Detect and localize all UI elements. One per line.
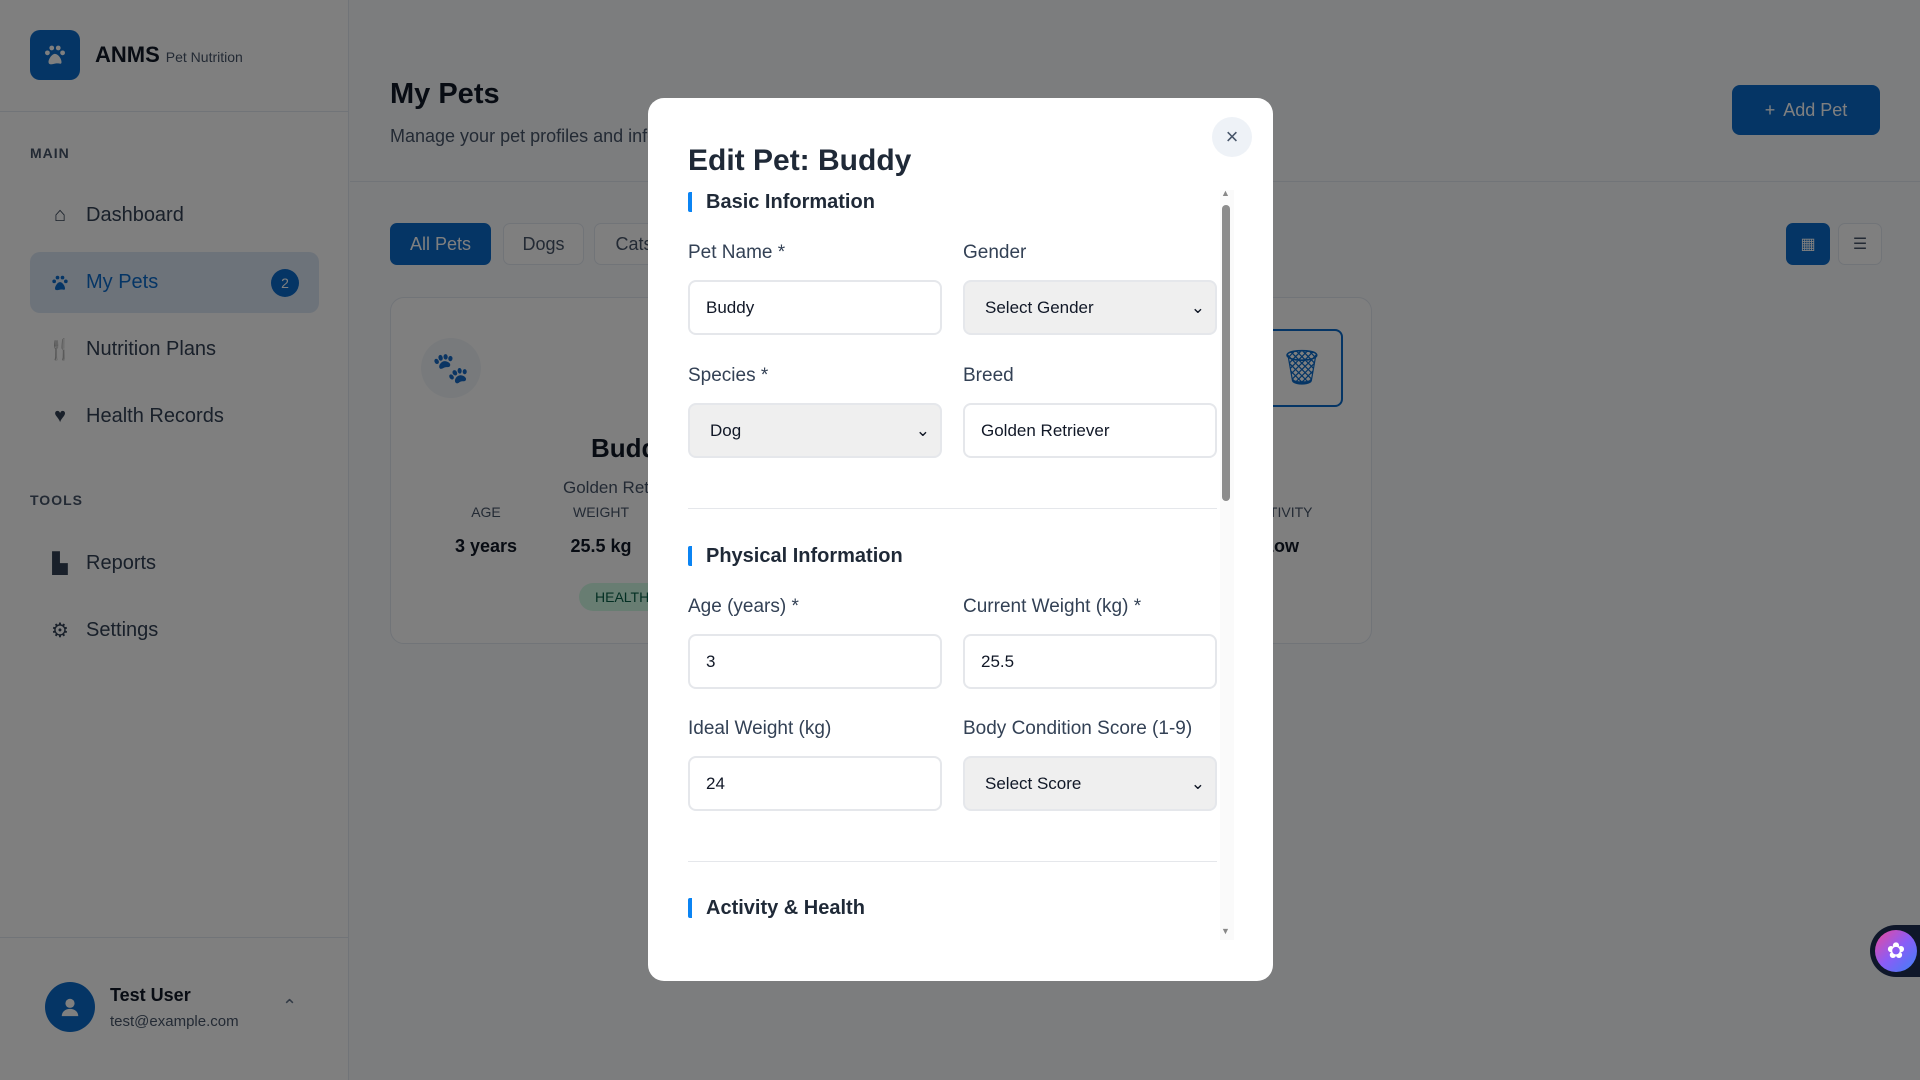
chevron-down-icon: ⌄ bbox=[1190, 297, 1205, 317]
divider bbox=[688, 861, 1217, 862]
gender-value: Select Gender bbox=[985, 297, 1094, 317]
assistant-widget[interactable]: ✿ bbox=[1870, 925, 1920, 977]
chevron-down-icon: ⌄ bbox=[1190, 773, 1205, 793]
section-basic-information: Basic Information bbox=[688, 192, 875, 212]
breed-input[interactable]: Golden Retriever bbox=[963, 403, 1217, 458]
chevron-down-icon: ⌄ bbox=[915, 420, 930, 440]
species-select[interactable]: Dog ⌄ bbox=[688, 403, 942, 458]
section-activity-health: Activity & Health bbox=[688, 898, 865, 918]
current-weight-input[interactable]: 25.5 bbox=[963, 634, 1217, 689]
scroll-up-icon[interactable]: ▲ bbox=[1221, 188, 1230, 198]
edit-pet-modal: × Edit Pet: Buddy ▲ ▼ Basic Information … bbox=[648, 98, 1273, 981]
divider bbox=[688, 508, 1217, 509]
section-physical-information: Physical Information bbox=[688, 546, 903, 566]
age-input[interactable]: 3 bbox=[688, 634, 942, 689]
species-value: Dog bbox=[710, 420, 742, 440]
body-condition-label: Body Condition Score (1-9) bbox=[963, 718, 1193, 739]
age-label: Age (years) * bbox=[688, 596, 799, 617]
species-label: Species * bbox=[688, 365, 769, 386]
ideal-weight-input[interactable]: 24 bbox=[688, 756, 942, 811]
scrollbar-thumb[interactable] bbox=[1222, 205, 1230, 501]
body-condition-select[interactable]: Select Score ⌄ bbox=[963, 756, 1217, 811]
current-weight-label: Current Weight (kg) * bbox=[963, 596, 1142, 617]
pet-name-label: Pet Name * bbox=[688, 242, 786, 263]
scroll-down-icon[interactable]: ▼ bbox=[1221, 926, 1230, 936]
close-button[interactable]: × bbox=[1212, 117, 1252, 157]
ideal-weight-label: Ideal Weight (kg) bbox=[688, 718, 832, 739]
modal-title: Edit Pet: Buddy bbox=[688, 144, 912, 177]
bcs-value: Select Score bbox=[985, 773, 1082, 793]
gender-select[interactable]: Select Gender ⌄ bbox=[963, 280, 1217, 335]
gender-label: Gender bbox=[963, 242, 1027, 263]
brain-icon: ✿ bbox=[1875, 930, 1917, 972]
breed-label: Breed bbox=[963, 365, 1014, 386]
pet-name-input[interactable]: Buddy bbox=[688, 280, 942, 335]
close-icon: × bbox=[1225, 124, 1239, 149]
